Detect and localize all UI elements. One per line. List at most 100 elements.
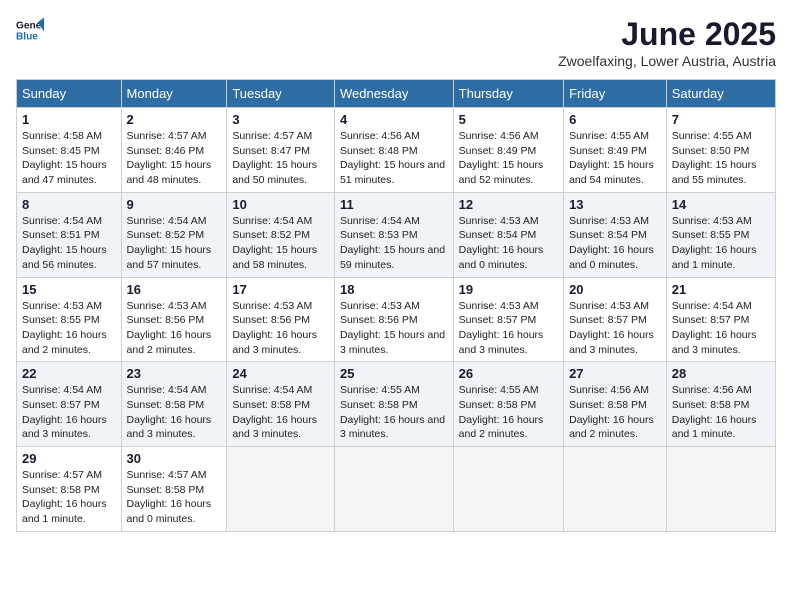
day-info: Sunrise: 4:55 AMSunset: 8:49 PMDaylight:… [569, 129, 661, 188]
day-number: 22 [22, 366, 116, 381]
day-info: Sunrise: 4:54 AMSunset: 8:52 PMDaylight:… [232, 214, 329, 273]
calendar-cell: 21 Sunrise: 4:54 AMSunset: 8:57 PMDayligh… [666, 277, 775, 362]
calendar-week-row: 1 Sunrise: 4:58 AMSunset: 8:45 PMDaylight… [17, 108, 776, 193]
day-info: Sunrise: 4:55 AMSunset: 8:58 PMDaylight:… [340, 383, 448, 442]
day-number: 15 [22, 282, 116, 297]
month-title: June 2025 [558, 16, 776, 53]
day-number: 30 [127, 451, 222, 466]
calendar-cell: 28Sunrise: 4:56 AMSunset: 8:58 PMDayligh… [666, 362, 775, 447]
calendar-cell: 14 Sunrise: 4:53 AMSunset: 8:55 PMDayligh… [666, 192, 775, 277]
day-info: Sunrise: 4:53 AMSunset: 8:54 PMDaylight:… [569, 214, 661, 273]
calendar-cell: 4 Sunrise: 4:56 AMSunset: 8:48 PMDaylight… [334, 108, 453, 193]
day-info: Sunrise: 4:57 AMSunset: 8:47 PMDaylight:… [232, 129, 329, 188]
calendar-week-row: 8Sunrise: 4:54 AMSunset: 8:51 PMDaylight… [17, 192, 776, 277]
day-info: Sunrise: 4:54 AMSunset: 8:58 PMDaylight:… [127, 383, 222, 442]
day-number: 7 [672, 112, 770, 127]
calendar-cell: 13 Sunrise: 4:53 AMSunset: 8:54 PMDayligh… [564, 192, 667, 277]
day-info: Sunrise: 4:53 AMSunset: 8:55 PMDaylight:… [672, 214, 770, 273]
logo-icon: General Blue [16, 16, 44, 44]
day-info: Sunrise: 4:58 AMSunset: 8:45 PMDaylight:… [22, 129, 116, 188]
day-number: 10 [232, 197, 329, 212]
day-info: Sunrise: 4:54 AMSunset: 8:53 PMDaylight:… [340, 214, 448, 273]
calendar-cell: 9 Sunrise: 4:54 AMSunset: 8:52 PMDaylight… [121, 192, 227, 277]
calendar-week-row: 15Sunrise: 4:53 AMSunset: 8:55 PMDayligh… [17, 277, 776, 362]
day-info: Sunrise: 4:53 AMSunset: 8:56 PMDaylight:… [127, 299, 222, 358]
calendar-cell: 23 Sunrise: 4:54 AMSunset: 8:58 PMDayligh… [121, 362, 227, 447]
calendar-cell: 2 Sunrise: 4:57 AMSunset: 8:46 PMDaylight… [121, 108, 227, 193]
calendar-cell: 11 Sunrise: 4:54 AMSunset: 8:53 PMDayligh… [334, 192, 453, 277]
day-info: Sunrise: 4:56 AMSunset: 8:48 PMDaylight:… [340, 129, 448, 188]
day-info: Sunrise: 4:56 AMSunset: 8:49 PMDaylight:… [459, 129, 558, 188]
calendar-table: SundayMondayTuesdayWednesdayThursdayFrid… [16, 79, 776, 532]
title-block: June 2025 Zwoelfaxing, Lower Austria, Au… [558, 16, 776, 69]
day-info: Sunrise: 4:53 AMSunset: 8:57 PMDaylight:… [569, 299, 661, 358]
day-info: Sunrise: 4:53 AMSunset: 8:54 PMDaylight:… [459, 214, 558, 273]
calendar-cell: 26 Sunrise: 4:55 AMSunset: 8:58 PMDayligh… [453, 362, 563, 447]
day-number: 21 [672, 282, 770, 297]
calendar-cell: 27 Sunrise: 4:56 AMSunset: 8:58 PMDayligh… [564, 362, 667, 447]
day-number: 5 [459, 112, 558, 127]
day-number: 14 [672, 197, 770, 212]
day-info: Sunrise: 4:53 AMSunset: 8:56 PMDaylight:… [340, 299, 448, 358]
day-number: 17 [232, 282, 329, 297]
calendar-cell: 20 Sunrise: 4:53 AMSunset: 8:57 PMDayligh… [564, 277, 667, 362]
day-number: 29 [22, 451, 116, 466]
calendar-cell: 22 Sunrise: 4:54 AMSunset: 8:57 PMDayligh… [17, 362, 122, 447]
day-info: Sunrise: 4:54 AMSunset: 8:51 PMDaylight:… [22, 214, 116, 273]
calendar-cell: 18Sunrise: 4:53 AMSunset: 8:56 PMDayligh… [334, 277, 453, 362]
day-number: 16 [127, 282, 222, 297]
day-number: 23 [127, 366, 222, 381]
svg-text:Blue: Blue [16, 31, 38, 42]
day-info: Sunrise: 4:55 AMSunset: 8:58 PMDaylight:… [459, 383, 558, 442]
day-number: 24 [232, 366, 329, 381]
calendar-week-row: 29 Sunrise: 4:57 AMSunset: 8:58 PMDayligh… [17, 447, 776, 532]
calendar-cell: 29 Sunrise: 4:57 AMSunset: 8:58 PMDayligh… [17, 447, 122, 532]
day-number: 6 [569, 112, 661, 127]
day-number: 28 [672, 366, 770, 381]
calendar-cell: 25Sunrise: 4:55 AMSunset: 8:58 PMDayligh… [334, 362, 453, 447]
day-info: Sunrise: 4:53 AMSunset: 8:57 PMDaylight:… [459, 299, 558, 358]
calendar-cell [564, 447, 667, 532]
calendar-cell [334, 447, 453, 532]
calendar-cell: 3Sunrise: 4:57 AMSunset: 8:47 PMDaylight… [227, 108, 335, 193]
day-info: Sunrise: 4:54 AMSunset: 8:52 PMDaylight:… [127, 214, 222, 273]
day-info: Sunrise: 4:57 AMSunset: 8:58 PMDaylight:… [127, 468, 222, 527]
calendar-cell: 10 Sunrise: 4:54 AMSunset: 8:52 PMDayligh… [227, 192, 335, 277]
day-info: Sunrise: 4:55 AMSunset: 8:50 PMDaylight:… [672, 129, 770, 188]
day-number: 20 [569, 282, 661, 297]
day-info: Sunrise: 4:54 AMSunset: 8:57 PMDaylight:… [672, 299, 770, 358]
day-info: Sunrise: 4:57 AMSunset: 8:58 PMDaylight:… [22, 468, 116, 527]
calendar-cell [666, 447, 775, 532]
day-number: 27 [569, 366, 661, 381]
calendar-cell [453, 447, 563, 532]
calendar-cell: 15Sunrise: 4:53 AMSunset: 8:55 PMDayligh… [17, 277, 122, 362]
calendar-header-row: SundayMondayTuesdayWednesdayThursdayFrid… [17, 80, 776, 108]
day-number: 2 [127, 112, 222, 127]
page-header: General Blue June 2025 Zwoelfaxing, Lowe… [16, 16, 776, 69]
day-info: Sunrise: 4:57 AMSunset: 8:46 PMDaylight:… [127, 129, 222, 188]
day-info: Sunrise: 4:54 AMSunset: 8:57 PMDaylight:… [22, 383, 116, 442]
calendar-cell: 24 Sunrise: 4:54 AMSunset: 8:58 PMDayligh… [227, 362, 335, 447]
logo: General Blue [16, 16, 44, 44]
day-number: 9 [127, 197, 222, 212]
calendar-cell: 5 Sunrise: 4:56 AMSunset: 8:49 PMDaylight… [453, 108, 563, 193]
column-header-wednesday: Wednesday [334, 80, 453, 108]
column-header-friday: Friday [564, 80, 667, 108]
column-header-tuesday: Tuesday [227, 80, 335, 108]
column-header-saturday: Saturday [666, 80, 775, 108]
column-header-monday: Monday [121, 80, 227, 108]
day-info: Sunrise: 4:54 AMSunset: 8:58 PMDaylight:… [232, 383, 329, 442]
calendar-cell: 16 Sunrise: 4:53 AMSunset: 8:56 PMDayligh… [121, 277, 227, 362]
calendar-cell [227, 447, 335, 532]
day-number: 1 [22, 112, 116, 127]
day-number: 19 [459, 282, 558, 297]
day-info: Sunrise: 4:53 AMSunset: 8:56 PMDaylight:… [232, 299, 329, 358]
day-number: 11 [340, 197, 448, 212]
calendar-cell: 6 Sunrise: 4:55 AMSunset: 8:49 PMDaylight… [564, 108, 667, 193]
day-number: 13 [569, 197, 661, 212]
day-number: 12 [459, 197, 558, 212]
day-info: Sunrise: 4:56 AMSunset: 8:58 PMDaylight:… [569, 383, 661, 442]
calendar-cell: 12 Sunrise: 4:53 AMSunset: 8:54 PMDayligh… [453, 192, 563, 277]
day-number: 4 [340, 112, 448, 127]
day-number: 26 [459, 366, 558, 381]
